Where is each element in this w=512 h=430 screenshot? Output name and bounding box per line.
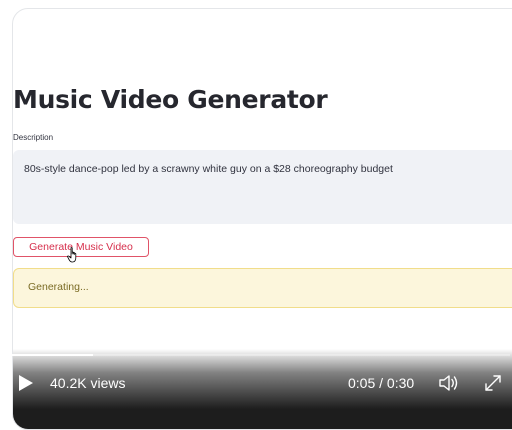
status-text: Generating... (28, 281, 89, 293)
progress-fill (10, 354, 94, 356)
view-count: 40.2K views (50, 375, 126, 391)
description-label: Description (13, 133, 54, 142)
hand-cursor-icon (67, 247, 77, 263)
generate-music-video-button[interactable]: Generate Music Video (13, 237, 149, 257)
time-display: 0:05 / 0:30 (348, 375, 415, 391)
description-value: 80s-style dance-pop led by a scrawny whi… (24, 163, 393, 175)
volume-icon[interactable] (438, 373, 460, 393)
page-title: Music Video Generator (13, 85, 328, 114)
expand-icon[interactable] (484, 374, 502, 392)
status-alert: Generating... (13, 268, 512, 308)
description-textarea[interactable]: 80s-style dance-pop led by a scrawny whi… (13, 150, 512, 224)
embedded-video-frame[interactable]: Music Video Generator Description 80s-st… (12, 8, 512, 430)
play-icon[interactable] (18, 374, 34, 392)
